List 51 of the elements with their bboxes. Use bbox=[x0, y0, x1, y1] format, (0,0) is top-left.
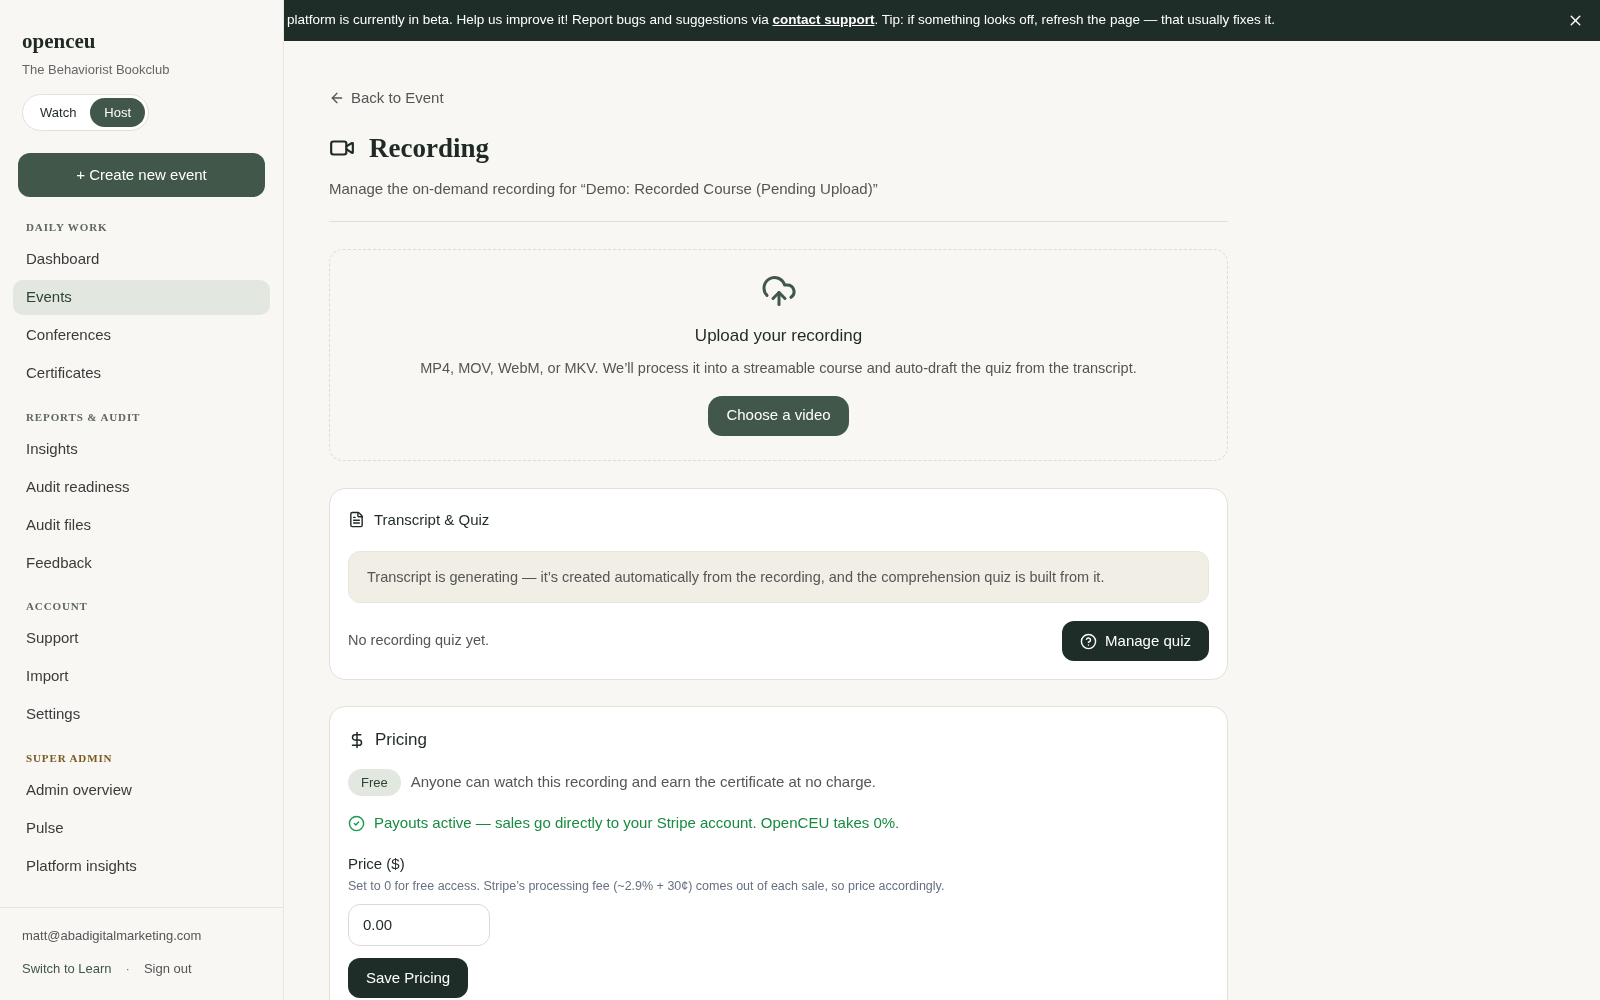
nav-item[interactable]: Audit files bbox=[13, 507, 270, 543]
switch-to-learn-link[interactable]: Switch to Learn bbox=[22, 958, 112, 978]
card-title: Transcript & Quiz bbox=[374, 509, 490, 530]
document-icon bbox=[348, 511, 365, 529]
price-label: Price ($) bbox=[348, 853, 406, 874]
nav-item[interactable]: Admin overview bbox=[13, 772, 270, 808]
contact-support-link[interactable]: contact support bbox=[772, 12, 875, 28]
pricing-description: Anyone can watch this recording and earn the certificate at no charge. bbox=[410, 772, 876, 792]
page-subtitle: Manage the on-demand recording for “Demo: Recorded Course (Pending Upload)” bbox=[329, 179, 879, 199]
nav-item[interactable]: Dashboard bbox=[13, 241, 270, 277]
nav-item[interactable]: Import bbox=[13, 658, 270, 694]
sign-out-link[interactable]: Sign out bbox=[143, 958, 192, 978]
question-icon bbox=[1080, 632, 1098, 650]
nav-item[interactable]: Platform insights bbox=[13, 848, 270, 884]
separator-dot: · bbox=[125, 959, 130, 978]
section-heading: DAILY WORK bbox=[25, 220, 109, 236]
nav-item[interactable]: Events bbox=[13, 279, 270, 315]
nav-item[interactable]: Conferences bbox=[13, 317, 270, 353]
nav-item[interactable]: Audit readiness bbox=[13, 469, 270, 505]
payouts-status: Payouts active — sales go directly to your Stripe account. OpenCEU takes 0%. bbox=[374, 813, 900, 833]
upload-dropzone[interactable]: Upload your recording MP4, MOV, WebM, or MKV. We’ll process it into a streamable course and auto-draft the quiz from the transcript. Choose a video bbox=[329, 248, 1228, 461]
nav-item[interactable]: Feedback bbox=[13, 545, 270, 581]
free-badge: Free bbox=[348, 768, 401, 796]
page-title: Recording bbox=[369, 131, 489, 165]
choose-video-button[interactable]: Choose a video bbox=[708, 395, 849, 436]
app-logo: openceu bbox=[22, 28, 97, 55]
create-event-button[interactable]: + Create new event bbox=[18, 153, 265, 198]
nav-item[interactable]: Insights bbox=[13, 431, 270, 467]
mode-tab[interactable]: Watch bbox=[26, 97, 91, 128]
nav-item[interactable]: Settings bbox=[13, 696, 270, 732]
upload-description: MP4, MOV, WebM, or MKV. We’ll process it into a streamable course and auto-draft the quiz from the transcript. bbox=[420, 358, 1137, 378]
quiz-status: No recording quiz yet. bbox=[348, 631, 490, 651]
price-hint: Set to 0 for free access. Stripe’s processing fee (~2.9% + 30¢) comes out of each sale, so price accordingly. bbox=[348, 878, 946, 895]
section-heading: ACCOUNT bbox=[25, 599, 89, 615]
price-input[interactable]: 0.00 bbox=[348, 903, 490, 946]
section-heading: SUPER ADMIN bbox=[25, 750, 114, 766]
back-link[interactable]: Back to Event bbox=[351, 87, 444, 110]
nav-item[interactable]: Certificates bbox=[13, 355, 270, 391]
banner-message: platform is currently in beta. Help us improve it! Report bugs and suggestions via contact support. Tip: if something looks off, refresh the page — that usually fixes it. bbox=[287, 11, 1275, 30]
save-pricing-button[interactable]: Save Pricing bbox=[348, 957, 469, 998]
mode-tab[interactable]: Host bbox=[90, 97, 146, 128]
upload-title: Upload your recording bbox=[694, 325, 863, 348]
nav-item[interactable]: Pulse bbox=[13, 810, 270, 846]
section-heading: REPORTS & AUDIT bbox=[25, 409, 142, 425]
manage-quiz-button[interactable]: Manage quiz bbox=[1062, 621, 1209, 661]
check-circle-icon bbox=[348, 814, 365, 832]
user-email: matt@abadigitalmarketing.com bbox=[22, 927, 203, 945]
organization-name: The Behaviorist Bookclub bbox=[22, 61, 171, 80]
transcript-notice: Transcript is generating — it’s created automatically from the recording, and the comprehension quiz is built from it. bbox=[348, 551, 1209, 603]
nav-item[interactable]: Support bbox=[13, 620, 270, 656]
card-title: Pricing bbox=[375, 729, 427, 751]
